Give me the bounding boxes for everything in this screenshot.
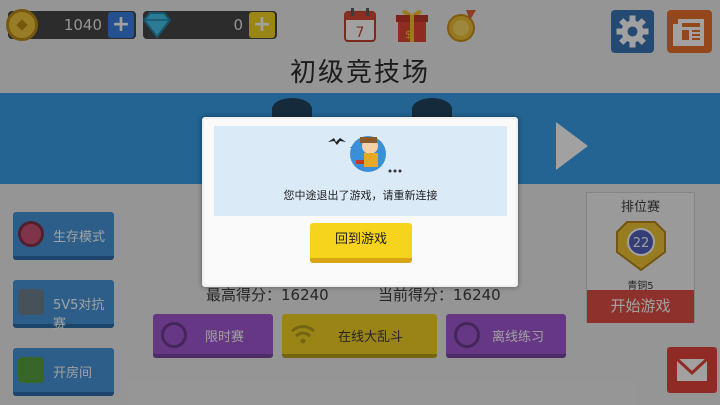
character-illustration — [328, 136, 402, 173]
dialog-message-box: 您中途退出了游戏，请重新连接 — [214, 126, 507, 216]
return-to-game-button[interactable]: 回到游戏 — [310, 223, 412, 263]
dialog-message: 您中途退出了游戏，请重新连接 — [283, 189, 438, 202]
reconnect-dialog: 您中途退出了游戏，请重新连接 回到游戏 — [202, 117, 518, 287]
